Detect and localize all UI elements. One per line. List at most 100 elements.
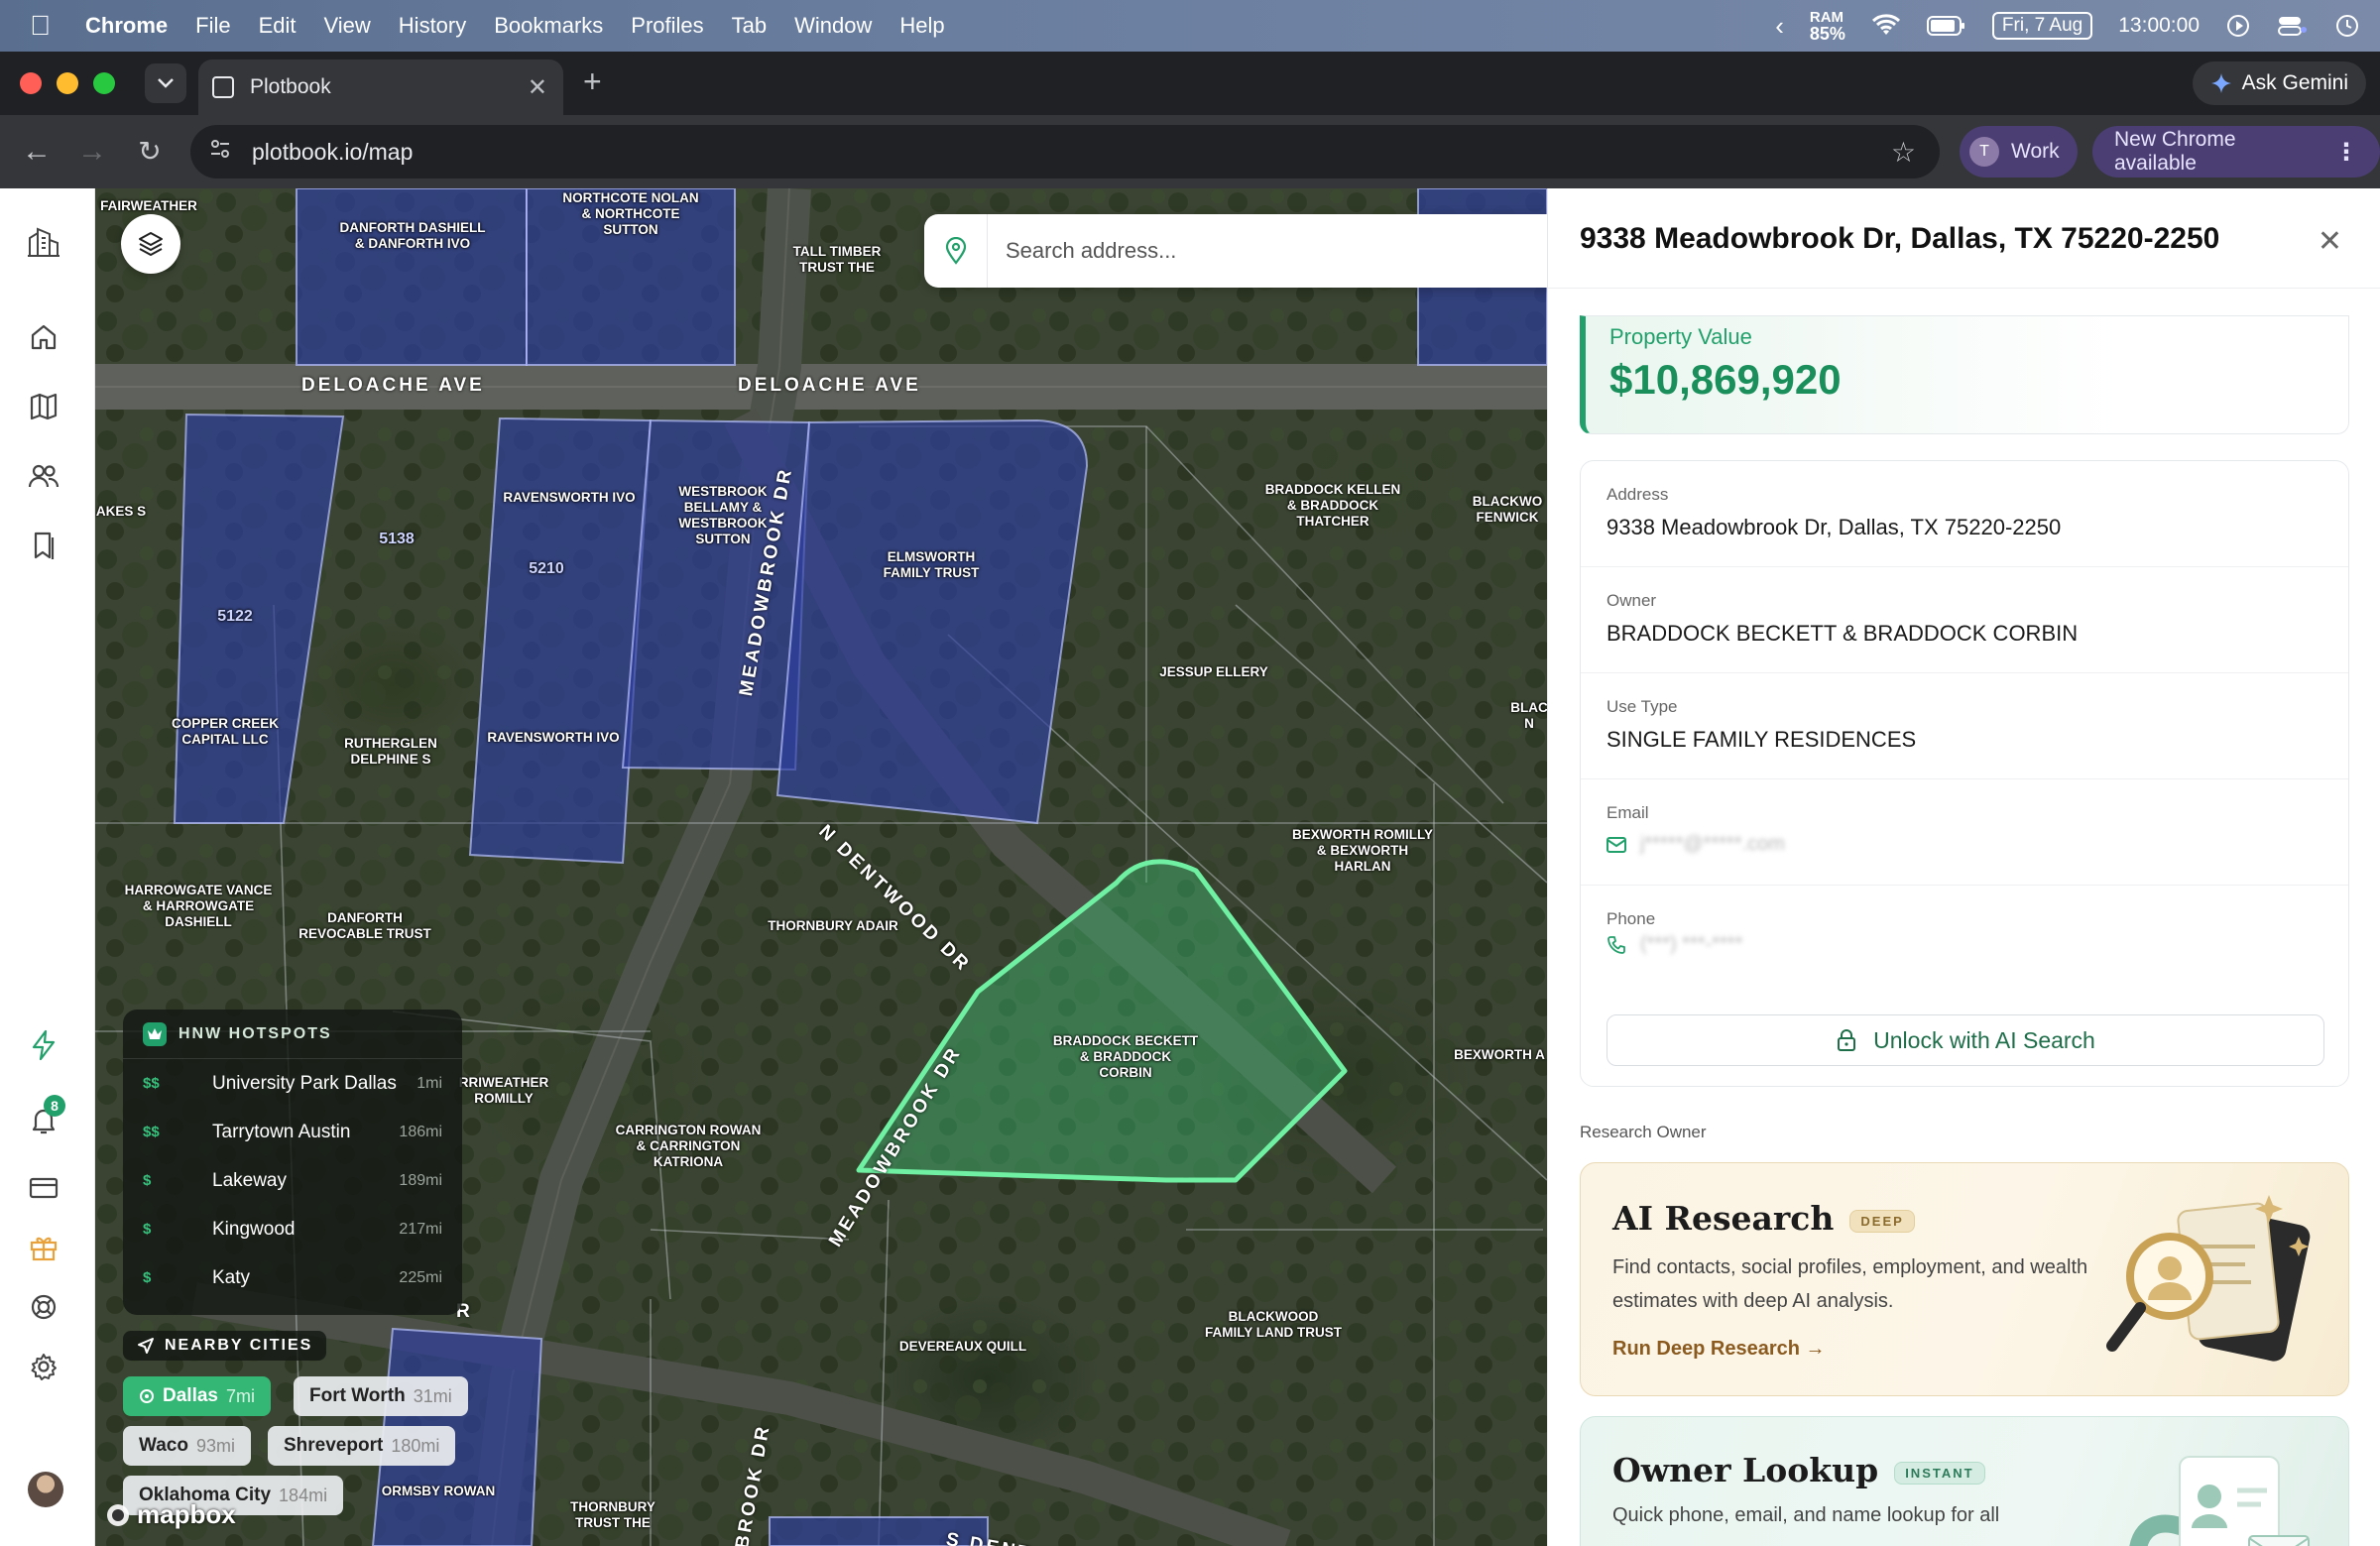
ai-research-description: Find contacts, social profiles, employme…	[1612, 1256, 2088, 1312]
reload-icon[interactable]: ↻	[131, 133, 169, 171]
owner-lookup-description: Quick phone, email, and name lookup for …	[1612, 1504, 2000, 1526]
wifi-icon[interactable]	[1871, 14, 1901, 38]
hnw-tier: $	[143, 1172, 152, 1189]
owner-value: BRADDOCK BECKETT & BRADDOCK CORBIN	[1606, 621, 2079, 646]
chrome-update-button[interactable]: New Chrome available ⋮	[2092, 126, 2380, 178]
layers-button[interactable]	[121, 214, 180, 274]
menu-window[interactable]: Window	[794, 13, 872, 39]
browser-toolbar: ← → ↻ plotbook.io/map ☆ T Work New Chrom…	[0, 115, 2380, 188]
tab-close-icon[interactable]: ✕	[528, 73, 547, 102]
tab-search-button[interactable]	[145, 63, 186, 103]
home-icon[interactable]	[26, 319, 61, 355]
ram-monitor[interactable]: RAM 85%	[1810, 10, 1845, 44]
hnw-name: Lakeway	[212, 1169, 287, 1191]
menu-help[interactable]: Help	[899, 13, 944, 39]
map-view[interactable]: DELOACHE AVE DELOACHE AVE MEADOWBROOK DR…	[95, 188, 1547, 1546]
ask-gemini-button[interactable]: Ask Gemini	[2192, 61, 2366, 105]
clock-display[interactable]: 13:00:00	[2118, 14, 2200, 38]
app-sidebar: 8	[0, 188, 95, 1546]
menu-history[interactable]: History	[399, 13, 466, 39]
menu-profiles[interactable]: Profiles	[631, 13, 703, 39]
bookmark-star-icon[interactable]: ☆	[1891, 136, 1916, 169]
address-search[interactable]	[924, 214, 1547, 288]
parcel-label: DEVEREAUX QUILL	[898, 1339, 1027, 1354]
city-chip-waco[interactable]: Waco 93mi	[123, 1426, 251, 1466]
menu-app-name[interactable]: Chrome	[85, 13, 168, 39]
parcel-label: COPPER CREEK CAPITAL LLC	[171, 716, 280, 747]
gear-icon[interactable]	[26, 1349, 61, 1384]
road-label-deloache-2: DELOACHE AVE	[738, 375, 921, 396]
run-deep-research-link[interactable]: Run Deep Research →	[1612, 1338, 1826, 1361]
battery-icon[interactable]	[1926, 15, 1966, 37]
forward-arrow-icon[interactable]: →	[73, 133, 111, 171]
hnw-row[interactable]: $ Katy 225mi	[123, 1253, 462, 1302]
browser-tab-bar: Plotbook ✕ + Ask Gemini	[0, 52, 2380, 115]
address-value: 9338 Meadowbrook Dr, Dallas, TX 75220-22…	[1606, 515, 2062, 539]
city-chip-dallas[interactable]: Dallas 7mi	[123, 1376, 271, 1416]
buildings-icon[interactable]	[26, 224, 61, 260]
hnw-tier: $$	[143, 1075, 160, 1092]
menu-edit[interactable]: Edit	[259, 13, 297, 39]
lightning-icon[interactable]	[26, 1027, 61, 1063]
phone-label: Phone	[1606, 909, 1656, 928]
tab-plotbook[interactable]: Plotbook ✕	[198, 59, 563, 115]
control-center-icon[interactable]	[2277, 14, 2309, 38]
hnw-row[interactable]: $ Kingwood 217mi	[123, 1205, 462, 1253]
hnw-name: Tarrytown Austin	[212, 1121, 351, 1142]
apple-icon[interactable]: 	[30, 12, 60, 40]
hnw-name: Katy	[212, 1266, 251, 1288]
map-icon[interactable]	[26, 389, 61, 424]
hnw-row[interactable]: $$ University Park Dallas 1mi	[123, 1059, 462, 1108]
parcel-label: BLACKWO FENWICK	[1472, 494, 1543, 525]
menu-view[interactable]: View	[324, 13, 371, 39]
play-circle-icon[interactable]	[2225, 13, 2251, 39]
address-search-input[interactable]	[1006, 238, 1501, 264]
people-icon[interactable]	[26, 458, 61, 494]
back-arrow-icon[interactable]: ←	[18, 133, 56, 171]
gift-icon[interactable]	[26, 1230, 61, 1265]
ai-research-card[interactable]: AI Research DEEP Find contacts, social pr…	[1580, 1162, 2349, 1396]
gemini-sparkle-icon	[2210, 73, 2231, 93]
menu-bookmarks[interactable]: Bookmarks	[494, 13, 603, 39]
owner-field: Owner BRADDOCK BECKETT & BRADDOCK CORBIN	[1581, 567, 2348, 673]
hnw-row[interactable]: $$ Tarrytown Austin 186mi	[123, 1108, 462, 1156]
clock-icon[interactable]	[2334, 13, 2360, 39]
hnw-row[interactable]: $ Lakeway 189mi	[123, 1156, 462, 1205]
bell-icon[interactable]: 8	[26, 1095, 65, 1138]
deep-badge: DEEP	[1849, 1209, 1915, 1233]
hnw-distance: 189mi	[399, 1171, 442, 1189]
chevron-left-icon[interactable]: ‹	[1775, 11, 1784, 42]
window-close-button[interactable]	[20, 72, 42, 94]
city-chip-fort-worth[interactable]: Fort Worth 31mi	[294, 1376, 468, 1416]
card-icon[interactable]	[26, 1170, 61, 1206]
window-zoom-button[interactable]	[93, 72, 115, 94]
new-tab-button[interactable]: +	[583, 65, 602, 97]
close-icon[interactable]: ✕	[2318, 224, 2342, 259]
email-value-row: j*****@*****.com	[1606, 833, 1785, 856]
menu-file[interactable]: File	[195, 13, 230, 39]
profile-button[interactable]: T Work	[1960, 126, 2078, 178]
hnw-hotspots-panel: HNW HOTSPOTS $$ University Park Dallas 1mi…	[123, 1010, 462, 1315]
use-type-value: SINGLE FAMILY RESIDENCES	[1606, 727, 1917, 752]
menu-tab[interactable]: Tab	[732, 13, 767, 39]
lifebuoy-icon[interactable]	[26, 1289, 61, 1325]
user-avatar[interactable]	[28, 1472, 63, 1507]
parcel-label: RRIWEATHER ROMILLY	[458, 1075, 549, 1106]
parcel-label: NORTHCOTE NOLAN & NORTHCOTE SUTTON	[562, 190, 699, 237]
unlock-ai-search-button[interactable]: Unlock with AI Search	[1606, 1014, 2324, 1066]
parcel-label: AKES S	[95, 504, 147, 519]
bookmark-icon[interactable]	[26, 528, 61, 563]
divider	[1548, 288, 2380, 289]
owner-lookup-card[interactable]: Owner Lookup INSTANT Quick phone, email, …	[1580, 1416, 2349, 1546]
date-display[interactable]: Fri, 7 Aug	[1991, 12, 2093, 40]
site-info-icon[interactable]	[208, 137, 232, 167]
phone-value: (***) ***-****	[1640, 933, 1743, 955]
window-minimize-button[interactable]	[57, 72, 78, 94]
hnw-tier: $$	[143, 1124, 160, 1140]
mapbox-attribution[interactable]: mapbox	[105, 1499, 236, 1530]
house-number-label: 5122	[217, 608, 253, 625]
more-vertical-icon[interactable]: ⋮	[2334, 138, 2358, 167]
city-chip-shreveport[interactable]: Shreveport 180mi	[268, 1426, 456, 1466]
road-label-deloache-1: DELOACHE AVE	[301, 375, 485, 396]
address-bar[interactable]: plotbook.io/map ☆	[190, 125, 1940, 178]
